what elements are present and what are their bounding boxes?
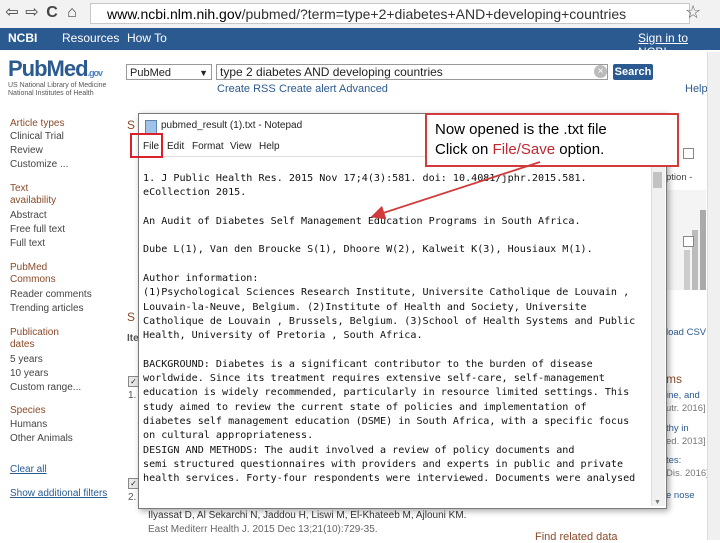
callout-arrow (370, 161, 541, 220)
